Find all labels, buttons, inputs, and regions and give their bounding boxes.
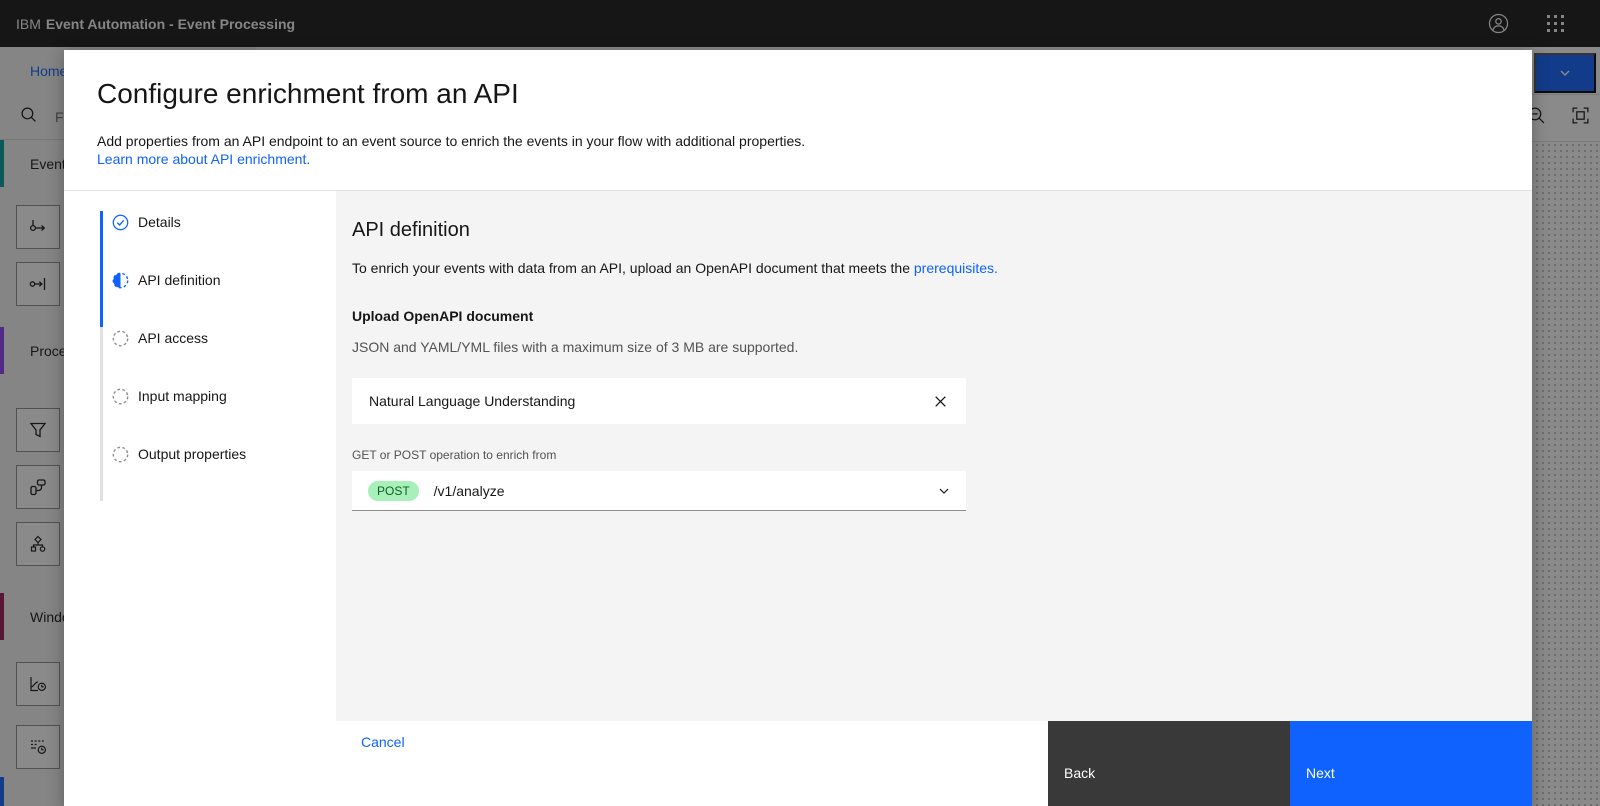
step-label: API definition xyxy=(138,272,221,288)
step-details[interactable]: Details xyxy=(100,211,336,269)
operation-path: /v1/analyze xyxy=(433,482,505,499)
step-label: API access xyxy=(138,330,209,346)
step-api-access[interactable]: API access xyxy=(100,327,336,385)
modal-body: Details API definition API access Input … xyxy=(64,190,1532,721)
close-icon xyxy=(934,395,946,407)
learn-more-link[interactable]: Learn more about API enrichment. xyxy=(97,150,310,168)
method-tag: POST xyxy=(368,480,419,501)
modal-title: Configure enrichment from an API xyxy=(97,78,519,109)
next-button[interactable]: Next xyxy=(1290,721,1532,806)
step-incomplete-icon xyxy=(112,446,129,463)
prerequisites-link[interactable]: prerequisites. xyxy=(914,260,998,276)
upload-openapi-label: Upload OpenAPI document xyxy=(352,308,534,324)
step-complete-icon xyxy=(112,214,129,231)
intro-text: To enrich your events with data from an … xyxy=(352,260,914,276)
back-button[interactable]: Back xyxy=(1048,721,1290,806)
api-definition-panel: API definition To enrich your events wit… xyxy=(336,191,1532,721)
progress-stepper: Details API definition API access Input … xyxy=(64,191,336,721)
step-incomplete-icon xyxy=(112,330,129,347)
step-incomplete-icon xyxy=(112,388,129,405)
step-api-definition[interactable]: API definition xyxy=(100,269,336,327)
modal-header: Configure enrichment from an API Add pro… xyxy=(64,50,1532,190)
upload-helper-text: JSON and YAML/YML files with a maximum s… xyxy=(352,339,799,355)
cancel-button[interactable]: Cancel xyxy=(361,734,405,750)
uploaded-file-name: Natural Language Understanding xyxy=(369,393,576,409)
panel-intro: To enrich your events with data from an … xyxy=(352,259,1516,277)
step-label: Details xyxy=(138,214,181,230)
modal-description: Add properties from an API endpoint to a… xyxy=(97,133,806,149)
modal-footer: Cancel Back Next xyxy=(64,721,1532,806)
operation-select-label: GET or POST operation to enrich from xyxy=(352,448,557,462)
step-label: Output properties xyxy=(138,446,247,462)
panel-heading: API definition xyxy=(352,219,470,241)
uploaded-file-tile: Natural Language Understanding xyxy=(352,378,966,424)
configure-enrichment-modal: Configure enrichment from an API Add pro… xyxy=(64,50,1532,806)
operation-dropdown[interactable]: POST /v1/analyze xyxy=(352,471,966,511)
step-input-mapping[interactable]: Input mapping xyxy=(100,385,336,443)
remove-file-button[interactable] xyxy=(928,389,952,413)
step-label: Input mapping xyxy=(138,388,227,404)
step-output-properties[interactable]: Output properties xyxy=(100,443,336,501)
chevron-down-icon xyxy=(936,483,952,499)
step-current-icon xyxy=(112,272,129,289)
